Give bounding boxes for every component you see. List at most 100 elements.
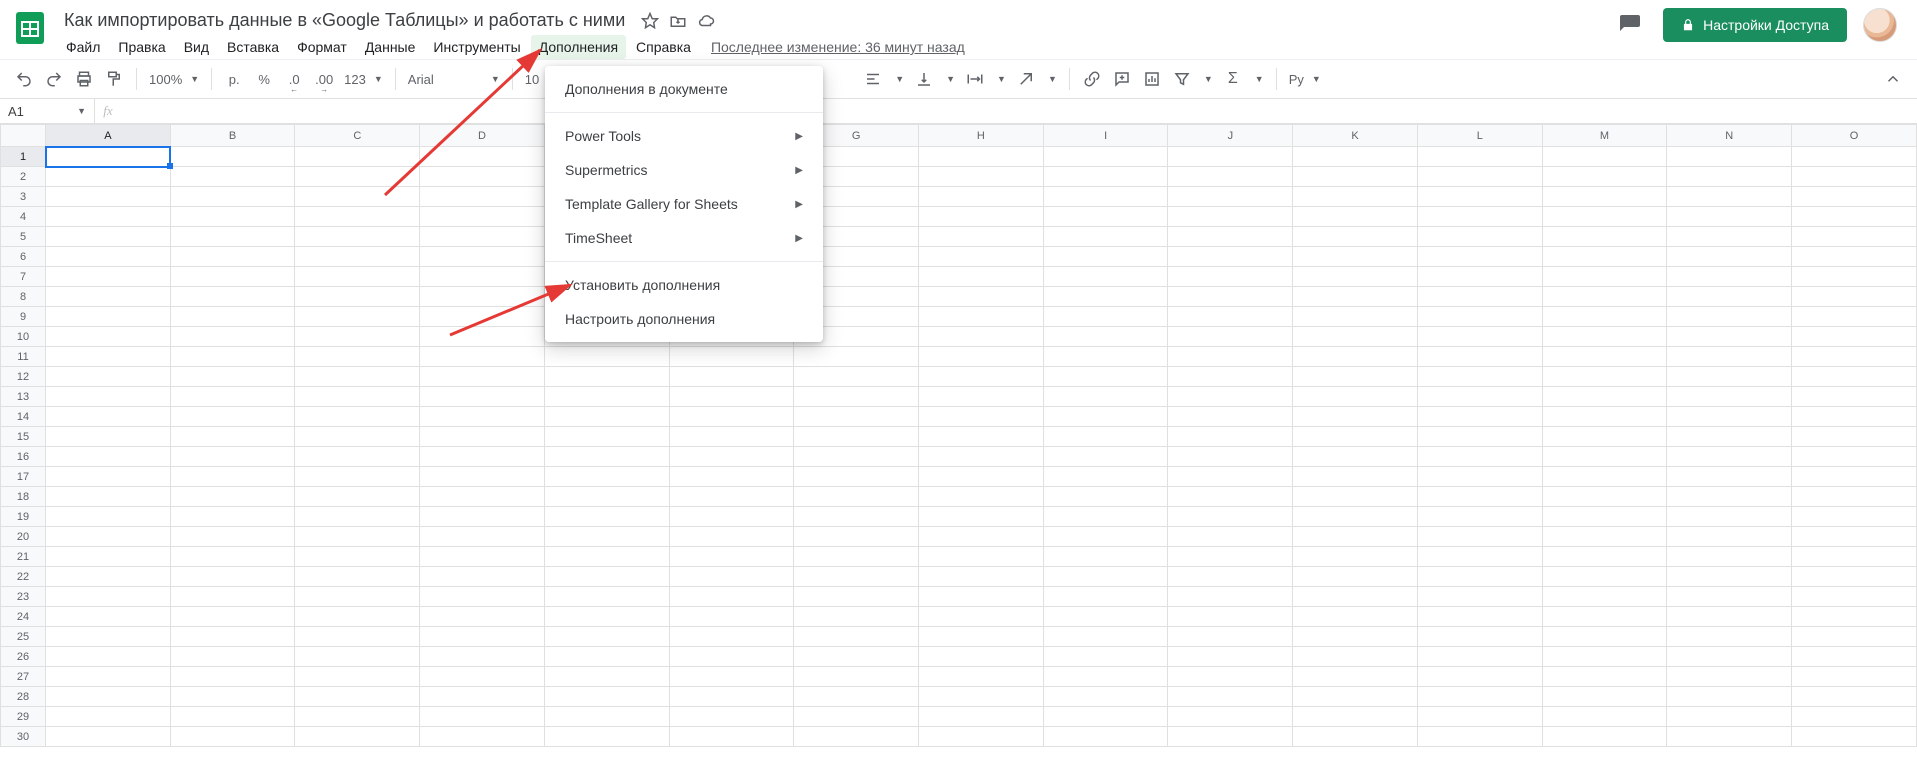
cell[interactable]: [1542, 307, 1667, 327]
cell[interactable]: [1168, 427, 1293, 447]
cell[interactable]: [1293, 407, 1418, 427]
cell[interactable]: [295, 387, 420, 407]
cell[interactable]: [1792, 627, 1917, 647]
cell[interactable]: [919, 347, 1044, 367]
cell[interactable]: [1542, 607, 1667, 627]
cell[interactable]: [1667, 727, 1792, 747]
cell[interactable]: [1043, 387, 1168, 407]
h-align-dropdown[interactable]: ▼: [889, 65, 908, 93]
cell[interactable]: [295, 607, 420, 627]
cell[interactable]: [1417, 307, 1542, 327]
cell[interactable]: [295, 587, 420, 607]
cell[interactable]: [46, 487, 171, 507]
cell[interactable]: [1043, 347, 1168, 367]
cell[interactable]: [919, 587, 1044, 607]
row-header[interactable]: 3: [1, 187, 46, 207]
cell[interactable]: [420, 327, 545, 347]
cell[interactable]: [1168, 367, 1293, 387]
col-header[interactable]: H: [919, 125, 1044, 147]
cell[interactable]: [1043, 207, 1168, 227]
cell[interactable]: [295, 267, 420, 287]
row-header[interactable]: 19: [1, 507, 46, 527]
cell[interactable]: [420, 147, 545, 167]
cell[interactable]: [1667, 147, 1792, 167]
cell[interactable]: [295, 187, 420, 207]
cell[interactable]: [1168, 307, 1293, 327]
cell[interactable]: [46, 507, 171, 527]
cell[interactable]: [669, 347, 794, 367]
cell[interactable]: [1417, 247, 1542, 267]
cell[interactable]: [1168, 327, 1293, 347]
cell[interactable]: [1293, 267, 1418, 287]
cell[interactable]: [295, 647, 420, 667]
cell[interactable]: [919, 467, 1044, 487]
input-language-combo[interactable]: Ру▼: [1285, 65, 1325, 93]
cell[interactable]: [1168, 267, 1293, 287]
cell[interactable]: [1293, 687, 1418, 707]
dd-document-addons[interactable]: Дополнения в документе: [545, 72, 823, 106]
cell[interactable]: [1293, 627, 1418, 647]
spreadsheet-grid[interactable]: ABCDEFGHIJKLMNO1234567891011121314151617…: [0, 124, 1917, 747]
last-change[interactable]: Последнее изменение: 36 минут назад: [711, 39, 965, 55]
cell[interactable]: [1043, 667, 1168, 687]
cell[interactable]: [420, 387, 545, 407]
cell[interactable]: [1417, 447, 1542, 467]
cell[interactable]: [170, 687, 295, 707]
cell[interactable]: [1667, 167, 1792, 187]
cell[interactable]: [420, 567, 545, 587]
cell[interactable]: [170, 387, 295, 407]
cell[interactable]: [1417, 367, 1542, 387]
cell[interactable]: [1043, 727, 1168, 747]
cell[interactable]: [170, 247, 295, 267]
cell[interactable]: [919, 387, 1044, 407]
cell[interactable]: [1542, 507, 1667, 527]
cell[interactable]: [46, 167, 171, 187]
cell[interactable]: [1293, 487, 1418, 507]
col-header[interactable]: I: [1043, 125, 1168, 147]
col-header[interactable]: K: [1293, 125, 1418, 147]
cell[interactable]: [295, 287, 420, 307]
cell[interactable]: [544, 687, 669, 707]
cell[interactable]: [170, 607, 295, 627]
cell[interactable]: [1792, 387, 1917, 407]
undo-button[interactable]: [10, 65, 38, 93]
redo-button[interactable]: [40, 65, 68, 93]
cell[interactable]: [1293, 567, 1418, 587]
cell[interactable]: [295, 527, 420, 547]
cell[interactable]: [46, 547, 171, 567]
cell[interactable]: [46, 227, 171, 247]
cell[interactable]: [170, 367, 295, 387]
cell[interactable]: [1542, 627, 1667, 647]
col-header[interactable]: L: [1417, 125, 1542, 147]
col-header[interactable]: N: [1667, 125, 1792, 147]
cell[interactable]: [1667, 187, 1792, 207]
cell[interactable]: [1792, 587, 1917, 607]
cell[interactable]: [1043, 227, 1168, 247]
cell[interactable]: [794, 687, 919, 707]
v-align-dropdown[interactable]: ▼: [940, 65, 959, 93]
cell[interactable]: [1667, 327, 1792, 347]
cell[interactable]: [1792, 647, 1917, 667]
cell[interactable]: [1043, 527, 1168, 547]
cell[interactable]: [295, 467, 420, 487]
cell[interactable]: [170, 447, 295, 467]
cell[interactable]: [295, 327, 420, 347]
row-header[interactable]: 14: [1, 407, 46, 427]
cell[interactable]: [794, 607, 919, 627]
cell[interactable]: [794, 387, 919, 407]
row-header[interactable]: 26: [1, 647, 46, 667]
cell[interactable]: [1168, 567, 1293, 587]
cell[interactable]: [919, 327, 1044, 347]
cell[interactable]: [544, 627, 669, 647]
cell[interactable]: [1417, 567, 1542, 587]
cell[interactable]: [1168, 347, 1293, 367]
cell[interactable]: [1293, 427, 1418, 447]
cell[interactable]: [1667, 607, 1792, 627]
row-header[interactable]: 20: [1, 527, 46, 547]
cell[interactable]: [1168, 627, 1293, 647]
wrap-dropdown[interactable]: ▼: [991, 65, 1010, 93]
cell[interactable]: [794, 527, 919, 547]
cell[interactable]: [1667, 527, 1792, 547]
cell[interactable]: [1792, 267, 1917, 287]
cell[interactable]: [544, 667, 669, 687]
